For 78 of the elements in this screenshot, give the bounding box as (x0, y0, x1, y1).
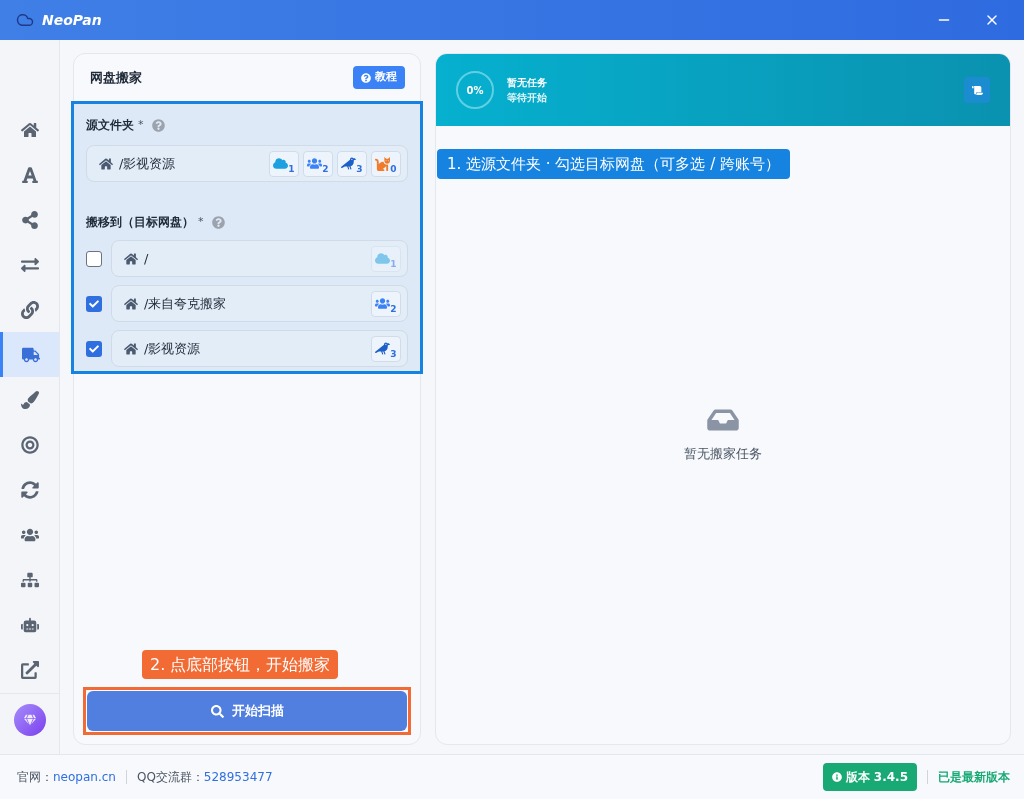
drive-button[interactable]: 0 (371, 150, 401, 177)
drive-number: 3 (356, 164, 363, 174)
external-link-icon (20, 660, 39, 679)
drive-number: 1 (390, 259, 397, 269)
progress-percent: 0% (466, 83, 484, 98)
required-mark: * (138, 116, 144, 133)
drive-button[interactable]: 1 (269, 150, 299, 177)
truck-icon (22, 345, 40, 364)
check-icon (89, 298, 99, 309)
folder-path: / (144, 249, 149, 268)
home-icon (124, 296, 138, 311)
panel-title: 网盘搬家 (90, 68, 142, 87)
tutorial-button[interactable]: 教程 (353, 66, 405, 89)
required-mark: * (198, 213, 204, 230)
field-label: 搬移到（目标网盘） (86, 214, 194, 231)
site-link[interactable]: neopan.cn (53, 768, 116, 786)
empty-message: 暂无搬家任务 (684, 445, 762, 464)
gem-icon (23, 713, 36, 726)
target-icon (20, 435, 39, 454)
animal-icon (375, 155, 391, 171)
drive-number: 3 (390, 349, 397, 359)
checkbox[interactable] (86, 295, 102, 312)
target-folder-field[interactable]: /影视资源 3 (111, 330, 408, 367)
callout: 1. 选源文件夹 · 勾选目标网盘（可多选 / 跨账号） (437, 149, 790, 179)
drive-button[interactable]: 3 (371, 335, 401, 362)
start-scan-button[interactable]: 开始扫描 (87, 691, 407, 731)
search-icon (210, 704, 224, 718)
home-icon (20, 120, 39, 139)
help-icon (211, 215, 225, 229)
source-folder-field[interactable]: /影视资源 1 2 3 0 (86, 145, 408, 182)
checkbox[interactable] (86, 340, 102, 357)
cloud-icon (375, 250, 391, 266)
letter-icon (20, 165, 39, 184)
link-icon (20, 300, 39, 319)
share-icon (20, 210, 39, 229)
log-button[interactable] (964, 77, 990, 103)
qq-link[interactable]: 528953477 (203, 768, 273, 786)
home-icon (99, 156, 113, 171)
checkbox[interactable] (86, 250, 102, 267)
help-icon (151, 118, 165, 132)
drive-button[interactable]: 3 (337, 150, 367, 177)
bird-icon (341, 155, 357, 171)
task-subtitle: 等待开始 (507, 91, 547, 105)
task-title: 暂无任务 (507, 76, 547, 90)
sidebar-item[interactable] (0, 332, 59, 377)
target-folder-field[interactable]: /来自夸克搬家 2 (111, 285, 408, 322)
bird-icon (375, 340, 391, 356)
avatar[interactable] (13, 703, 46, 736)
sync-icon (20, 480, 39, 499)
home-icon (124, 341, 138, 356)
target-folder-field[interactable]: / 1 (111, 240, 408, 277)
drive-number: 1 (288, 164, 295, 174)
drive-button[interactable]: 2 (303, 150, 333, 177)
check-icon (89, 343, 99, 354)
info-icon (831, 772, 842, 782)
drive-number: 0 (390, 164, 397, 174)
brush-icon (20, 390, 39, 409)
robot-icon (20, 615, 39, 634)
version-status: 已是最新版本 (938, 769, 1010, 786)
cloud-logo-icon (16, 11, 34, 29)
folder-path: /影视资源 (144, 339, 201, 358)
qq-label: QQ交流群： (136, 769, 204, 786)
callout: 2. 点底部按钮，开始搬家 (142, 650, 339, 679)
scroll-icon (971, 84, 983, 96)
drive-number: 2 (322, 164, 329, 174)
home-icon (124, 251, 138, 266)
folder-path: /影视资源 (119, 154, 176, 173)
hierarchy-icon (20, 570, 39, 589)
arrows-icon (20, 255, 39, 274)
drive-button[interactable]: 2 (371, 290, 401, 317)
help-icon (361, 72, 371, 83)
cloud-icon (273, 155, 289, 171)
drive-number: 2 (390, 304, 397, 314)
site-label: 官网： (17, 769, 53, 786)
version-badge[interactable]: 版本 3.4.5 (822, 763, 917, 791)
folder-path: /来自夸克搬家 (144, 294, 227, 313)
field-label: 源文件夹 (86, 117, 134, 134)
window-title: NeoPan (42, 10, 102, 30)
